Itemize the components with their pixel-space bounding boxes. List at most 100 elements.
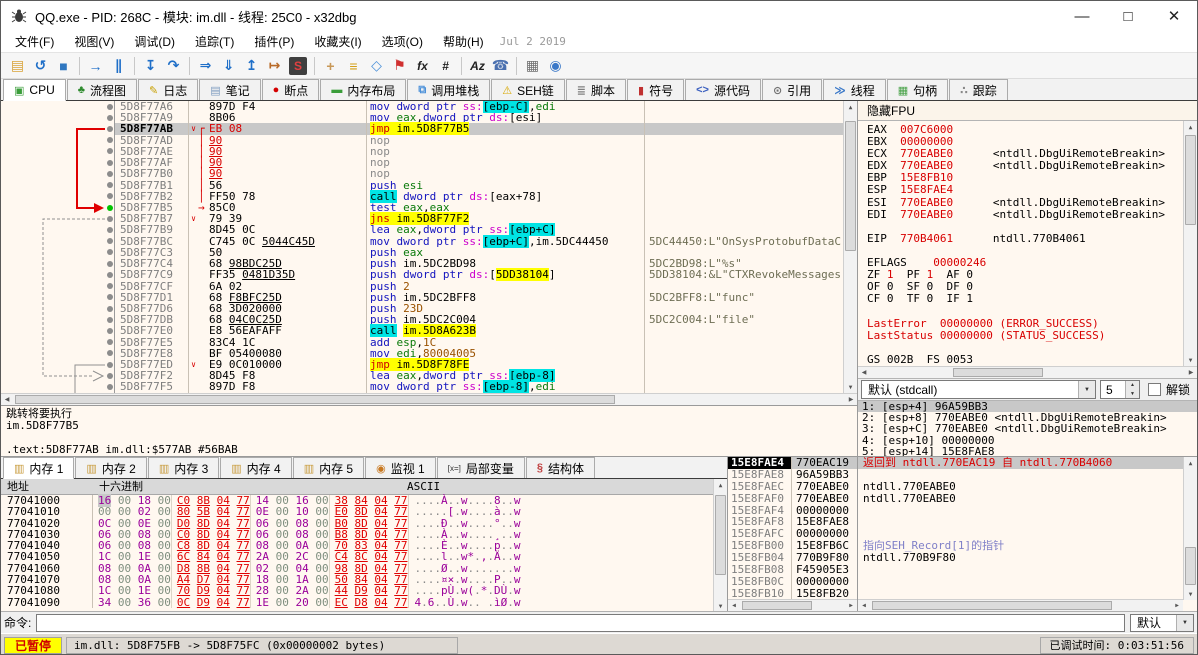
stack-comment-row[interactable] bbox=[863, 528, 1197, 540]
breakpoint-dot[interactable] bbox=[105, 359, 115, 371]
internet-icon[interactable]: ◉ bbox=[544, 56, 567, 76]
tab-trace[interactable]: ∴ 跟踪 bbox=[949, 79, 1008, 100]
strings-icon[interactable]: Az bbox=[466, 56, 489, 76]
run-icon[interactable]: → bbox=[84, 56, 107, 76]
close-button[interactable]: ✕ bbox=[1151, 1, 1197, 31]
dump-byte[interactable]: 0C bbox=[177, 596, 190, 609]
scroll-down-icon[interactable]: ▼ bbox=[844, 381, 857, 393]
run-to-user-code-icon[interactable]: ↦ bbox=[263, 56, 286, 76]
scroll-up-icon[interactable]: ▲ bbox=[714, 479, 727, 491]
tab-handles[interactable]: ▦ 句柄 bbox=[886, 79, 949, 100]
menu-item[interactable]: 收藏夹(I) bbox=[304, 33, 371, 51]
tab-dump-5[interactable]: ▥ 内存 5 bbox=[292, 457, 365, 478]
breakpoint-dot[interactable] bbox=[105, 370, 115, 382]
scroll-right-icon[interactable]: ▶ bbox=[1171, 600, 1183, 611]
scroll-down-icon[interactable]: ▼ bbox=[1184, 354, 1197, 366]
stack-hscrollbar[interactable]: ◀ ▶ bbox=[728, 599, 857, 611]
stack-row[interactable]: 15E8FB0C 00000000 bbox=[728, 575, 857, 588]
stack-row[interactable]: 15E8FAEC 770EABE0 bbox=[728, 480, 857, 493]
tab-dump-2[interactable]: ▥ 内存 2 bbox=[75, 457, 147, 478]
breakpoint-dot[interactable] bbox=[105, 145, 115, 158]
scroll-down-icon[interactable]: ▼ bbox=[1184, 588, 1197, 600]
breakpoint-dot[interactable] bbox=[105, 101, 115, 113]
hide-fpu-button[interactable]: 隐藏FPU bbox=[867, 102, 915, 119]
scroll-thumb[interactable] bbox=[742, 601, 812, 610]
chevron-down-icon[interactable]: ▼ bbox=[1176, 614, 1193, 631]
tab-threads[interactable]: ≫ 线程 bbox=[823, 79, 886, 100]
breakpoint-dot[interactable] bbox=[105, 235, 115, 247]
breakpoint-dot[interactable] bbox=[105, 213, 115, 225]
stack-comments-vscrollbar[interactable]: ▲ ▼ bbox=[1183, 457, 1197, 600]
functions-icon[interactable]: fx bbox=[411, 56, 434, 76]
breakpoint-dot[interactable] bbox=[105, 336, 115, 348]
tab-source[interactable]: <> 源代码 bbox=[685, 79, 761, 100]
stack-comment-row[interactable]: ntdll.770EABE0 bbox=[863, 493, 1197, 505]
scroll-thumb[interactable] bbox=[953, 368, 1043, 377]
breakpoint-dot[interactable] bbox=[105, 347, 115, 360]
scroll-left-icon[interactable]: ◀ bbox=[728, 600, 740, 611]
stack-comment-row[interactable]: 返回到 ntdll.770EAC19 自 ntdll.770B4060 bbox=[858, 457, 1197, 469]
stack-comment-row[interactable] bbox=[863, 516, 1197, 528]
menu-item[interactable]: 调试(D) bbox=[124, 33, 185, 51]
labels-icon[interactable]: ◇ bbox=[365, 56, 388, 76]
stack-comment-row[interactable]: 指向SEH_Record[1]的指针 bbox=[863, 540, 1197, 552]
tab-dump-1[interactable]: ▥ 内存 1 bbox=[3, 457, 75, 479]
command-input[interactable] bbox=[36, 613, 1125, 632]
scroll-thumb[interactable] bbox=[1185, 135, 1196, 225]
stack-row[interactable]: 15E8FAE8 96A59BB3 bbox=[728, 468, 857, 481]
tab-dump-4[interactable]: ▥ 内存 4 bbox=[220, 457, 292, 478]
dump-byte[interactable]: 1E bbox=[256, 596, 269, 609]
calling-convention-select[interactable]: 默认 (stdcall) ▼ bbox=[861, 380, 1096, 399]
breakpoint-dot[interactable] bbox=[105, 302, 115, 315]
scroll-thumb[interactable] bbox=[1185, 547, 1196, 585]
dump-byte[interactable]: 00 bbox=[276, 596, 289, 609]
dump-byte[interactable]: 36 bbox=[138, 596, 151, 609]
menu-item[interactable]: 帮助(H) bbox=[433, 33, 494, 51]
tab-log[interactable]: ✎ 日志 bbox=[137, 79, 199, 100]
register-line[interactable]: GS 002B FS 0053 bbox=[867, 353, 1197, 366]
maximize-button[interactable]: □ bbox=[1105, 1, 1151, 31]
dump-vscrollbar[interactable]: ▲ ▼ bbox=[713, 479, 727, 611]
tab-symbols[interactable]: ▮ 符号 bbox=[627, 79, 685, 100]
execute-till-return-icon[interactable]: ↥ bbox=[240, 56, 263, 76]
dump-byte[interactable]: D8 bbox=[355, 596, 368, 609]
record-trace-icon[interactable]: S bbox=[289, 56, 307, 75]
chevron-down-icon[interactable]: ▼ bbox=[1077, 381, 1095, 398]
breakpoint-dot[interactable] bbox=[105, 123, 115, 135]
dump-byte[interactable]: 04 bbox=[217, 596, 230, 609]
stack-comment-row[interactable] bbox=[863, 588, 1197, 599]
intermodular-calls-icon[interactable]: ☎ bbox=[489, 56, 512, 76]
tab-struct[interactable]: § 结构体 bbox=[525, 457, 596, 478]
stack-row[interactable]: 15E8FB10 15E8FB20 bbox=[728, 587, 857, 599]
stack-comments-hscrollbar[interactable]: ◀ ▶ bbox=[858, 599, 1183, 611]
scroll-thumb[interactable] bbox=[715, 495, 726, 575]
dump-byte[interactable]: 00 bbox=[158, 596, 171, 609]
scroll-left-icon[interactable]: ◀ bbox=[858, 600, 870, 611]
tab-watch-1[interactable]: ◉ 监视 1 bbox=[365, 457, 436, 478]
menu-item[interactable]: 插件(P) bbox=[244, 33, 304, 51]
scroll-up-icon[interactable]: ▲ bbox=[844, 101, 857, 113]
scroll-thumb[interactable] bbox=[15, 395, 615, 404]
tab-graph[interactable]: ♣ 流程图 bbox=[66, 79, 137, 100]
dump-byte[interactable]: 00 bbox=[315, 596, 328, 609]
breakpoint-dot[interactable] bbox=[105, 179, 115, 191]
registers-hscrollbar[interactable]: ◀ ▶ bbox=[858, 366, 1197, 378]
stack-comment-row[interactable] bbox=[863, 564, 1197, 576]
step-into-icon[interactable]: ↧ bbox=[139, 56, 162, 76]
stack-comment-row[interactable]: ntdll.770EABE0 bbox=[863, 481, 1197, 493]
breakpoint-dot[interactable] bbox=[105, 157, 115, 169]
breakpoint-dot[interactable] bbox=[105, 246, 115, 259]
breakpoint-dot[interactable] bbox=[105, 381, 115, 393]
disasm-row[interactable]: 5D8F77AB ∨ ┌ EB 08 jmp im.5D8F77B5 bbox=[1, 122, 857, 136]
restart-icon[interactable]: ↺ bbox=[29, 56, 52, 76]
dump-byte[interactable]: EC bbox=[335, 596, 348, 609]
stack-row[interactable]: 15E8FAF0 770EABE0 bbox=[728, 492, 857, 505]
patches-icon[interactable]: + bbox=[319, 56, 342, 76]
registers-vscrollbar[interactable]: ▲ ▼ bbox=[1183, 121, 1197, 366]
dump-byte[interactable]: 20 bbox=[296, 596, 309, 609]
trace-over-icon[interactable]: ⇓ bbox=[217, 56, 240, 76]
breakpoint-dot[interactable] bbox=[105, 112, 115, 124]
breakpoint-dot[interactable] bbox=[105, 314, 115, 326]
stop-debug-icon[interactable]: ■ bbox=[52, 56, 75, 76]
tab-seh[interactable]: ⚠ SEH链 bbox=[491, 79, 565, 100]
